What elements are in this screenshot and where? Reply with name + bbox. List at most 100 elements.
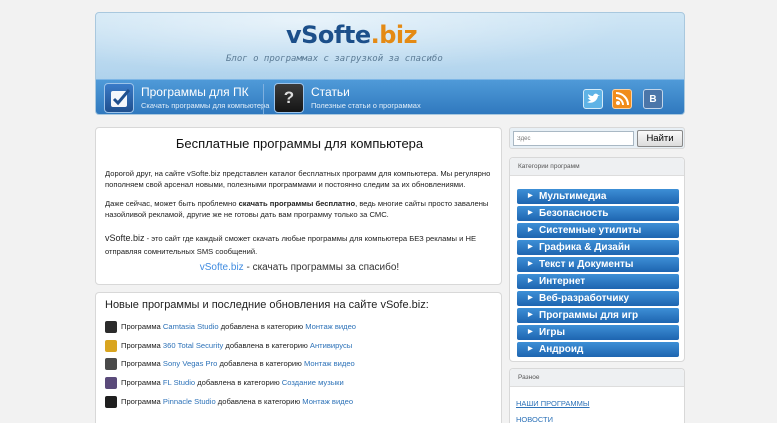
misc-title: Разное xyxy=(510,369,684,387)
program-thumbnail-icon xyxy=(105,340,117,352)
category-label: Графика & Дизайн xyxy=(539,242,631,253)
category-label: Интернет xyxy=(539,276,586,287)
category-item[interactable]: ▶ Программы для игр xyxy=(517,308,679,323)
category-label: Веб-разработчику xyxy=(539,293,630,304)
tagline-site: vSofte.biz xyxy=(199,262,244,273)
word-program: Программа xyxy=(121,378,163,387)
category-link[interactable]: Антивирусы xyxy=(310,341,352,350)
category-link[interactable]: Монтаж видео xyxy=(304,359,355,368)
logo-ext: .biz xyxy=(370,21,418,49)
category-item[interactable]: ▶ Безопасность xyxy=(517,206,679,221)
site-header: vSofte.biz Блог о программах с загрузкой… xyxy=(95,12,685,115)
nav-articles-title: Статьи xyxy=(311,85,350,99)
category-label: Игры xyxy=(539,327,566,338)
program-link[interactable]: FL Studio xyxy=(163,378,195,387)
nav-item-programs[interactable]: Программы для ПК Скачать программы для к… xyxy=(104,80,270,114)
nav-programs-subtitle: Скачать программы для компьютера xyxy=(141,101,270,110)
search-box: Найти xyxy=(509,127,685,149)
p2-bold: скачать программы бесплатно xyxy=(238,199,356,208)
rss-icon[interactable] xyxy=(612,89,632,109)
update-row: Программа Sony Vegas Pro добавлена в кат… xyxy=(105,357,355,373)
arrow-right-icon: ▶ xyxy=(528,193,533,199)
update-verb: добавлена в категорию xyxy=(217,359,304,368)
program-thumbnail-icon xyxy=(105,377,117,389)
misc-panel: Разное НАШИ ПРОГРАММЫ НОВОСТИ xyxy=(509,368,685,423)
categories-panel: Категории программ ▶ Мультимедиа ▶ Безопас… xyxy=(509,157,685,362)
tagline-text: - скачать программы за спасибо! xyxy=(243,262,400,273)
arrow-right-icon: ▶ xyxy=(528,312,533,318)
category-label: Программы для игр xyxy=(539,310,639,321)
updates-title: Новые программы и последние обновления н… xyxy=(105,299,429,311)
arrow-right-icon: ▶ xyxy=(528,210,533,216)
program-link[interactable]: Sony Vegas Pro xyxy=(163,359,217,368)
program-thumbnail-icon xyxy=(105,321,117,333)
update-row: Программа 360 Total Security добавлена в… xyxy=(105,339,352,355)
intro-paragraph-1: Дорогой друг, на сайте vSofte.biz предст… xyxy=(105,169,491,189)
nav-articles-subtitle: Полезные статьи о программах xyxy=(311,101,421,110)
program-thumbnail-icon xyxy=(105,358,117,370)
category-link[interactable]: Монтаж видео xyxy=(302,397,353,406)
update-verb: добавлена в категорию xyxy=(215,397,303,406)
update-verb: добавлена в категорию xyxy=(223,341,310,350)
arrow-right-icon: ▶ xyxy=(528,227,533,233)
arrow-right-icon: ▶ xyxy=(528,278,533,284)
category-item[interactable]: ▶ Системные утилиты xyxy=(517,223,679,238)
update-verb: добавлена в категорию xyxy=(218,322,306,331)
category-label: Андроид xyxy=(539,344,584,355)
category-link[interactable]: Монтаж видео xyxy=(305,322,356,331)
intro-paragraph-2: Даже сейчас, может быть проблемно скачат… xyxy=(105,198,493,220)
nav-item-articles[interactable]: ? Статьи Полезные статьи о программах xyxy=(274,80,424,114)
arrow-right-icon: ▶ xyxy=(528,261,533,267)
arrow-right-icon: ▶ xyxy=(528,244,533,250)
twitter-icon[interactable] xyxy=(583,89,603,109)
word-program: Программа xyxy=(121,341,163,350)
intro-paragraph-3: vSofte.biz - это сайт где каждый сможет … xyxy=(105,232,493,258)
program-link[interactable]: Pinnacle Studio xyxy=(163,397,216,406)
category-link[interactable]: Создание музыки xyxy=(282,378,344,387)
question-icon: ? xyxy=(274,83,304,113)
nav-programs-title: Программы для ПК xyxy=(141,85,249,99)
word-program: Программа xyxy=(121,397,163,406)
arrow-right-icon: ▶ xyxy=(528,346,533,352)
search-button[interactable]: Найти xyxy=(637,130,683,147)
program-link[interactable]: Camtasia Studio xyxy=(163,322,219,331)
category-item[interactable]: ▶ Андроид xyxy=(517,342,679,357)
word-program: Программа xyxy=(121,359,163,368)
p3-brand: vSofte.biz xyxy=(105,233,145,243)
category-item[interactable]: ▶ Текст и Документы xyxy=(517,257,679,272)
category-label: Мультимедиа xyxy=(539,191,607,202)
intro-panel: Бесплатные программы для компьютера Доро… xyxy=(95,127,502,285)
categories-title: Категории программ xyxy=(510,158,684,176)
category-item[interactable]: ▶ Игры xyxy=(517,325,679,340)
search-input[interactable] xyxy=(513,131,634,146)
checkmark-icon xyxy=(104,83,134,113)
word-program: Программа xyxy=(121,322,163,331)
p3-text: - это сайт где каждый сможет скачать люб… xyxy=(105,234,477,256)
category-item[interactable]: ▶ Веб-разработчику xyxy=(517,291,679,306)
update-row: Программа Pinnacle Studio добавлена в ка… xyxy=(105,395,353,411)
page-title: Бесплатные программы для компьютера xyxy=(175,136,424,151)
vk-icon[interactable]: В xyxy=(643,89,663,109)
program-thumbnail-icon xyxy=(105,396,117,408)
logo-main: vSofte xyxy=(286,21,371,49)
category-item[interactable]: ▶ Мультимедиа xyxy=(517,189,679,204)
category-item[interactable]: ▶ Графика & Дизайн xyxy=(517,240,679,255)
tagline: vSofte.biz - скачать программы за спасиб… xyxy=(96,262,503,273)
update-row: Программа Camtasia Studio добавлена в ка… xyxy=(105,320,356,336)
category-label: Безопасность xyxy=(539,208,609,219)
arrow-right-icon: ▶ xyxy=(528,295,533,301)
site-slogan: Блог о программах с загрузкой за спасибо xyxy=(226,54,443,64)
arrow-right-icon: ▶ xyxy=(528,329,533,335)
nav-divider xyxy=(263,84,264,114)
program-link[interactable]: 360 Total Security xyxy=(163,341,223,350)
category-item[interactable]: ▶ Интернет xyxy=(517,274,679,289)
update-verb: добавлена в категорию xyxy=(195,378,282,387)
updates-panel: Новые программы и последние обновления н… xyxy=(95,292,502,423)
main-nav: Программы для ПК Скачать программы для к… xyxy=(96,79,684,114)
update-row: Программа FL Studio добавлена в категори… xyxy=(105,376,344,392)
site-logo[interactable]: vSofte.biz xyxy=(286,21,418,49)
link-our-programs[interactable]: НАШИ ПРОГРАММЫ xyxy=(516,399,590,408)
p2-before: Даже сейчас, может быть проблемно xyxy=(105,199,239,208)
link-news[interactable]: НОВОСТИ xyxy=(516,415,553,423)
category-label: Текст и Документы xyxy=(539,259,634,270)
